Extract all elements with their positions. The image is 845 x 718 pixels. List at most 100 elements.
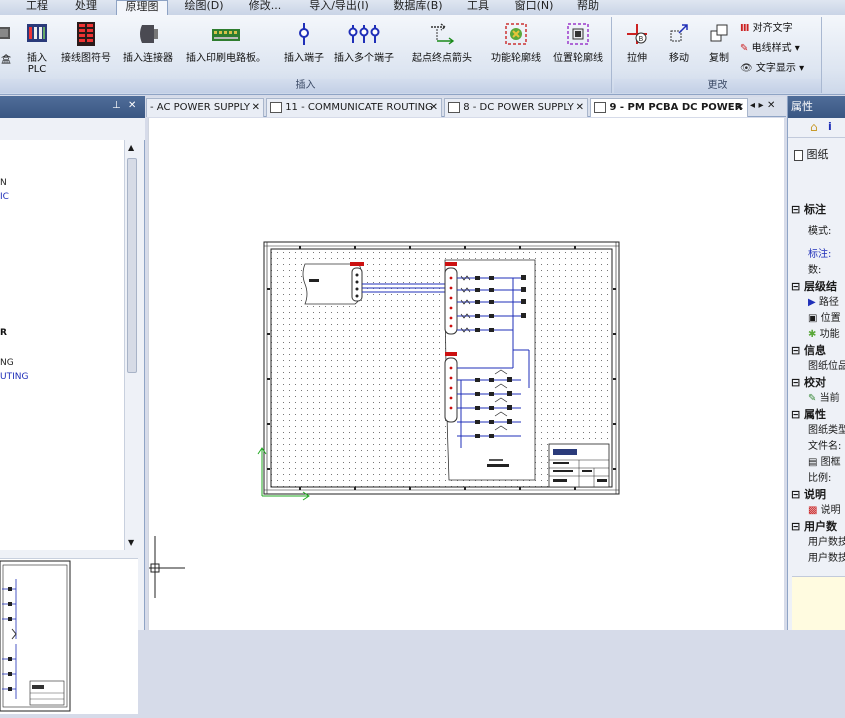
prop-section-revision[interactable]: ⊟ 校对 (791, 375, 826, 391)
prop-section-annotation[interactable]: ⊟ 标注 (791, 202, 826, 218)
prop-item: ▶ 路径 (808, 297, 839, 308)
prop-item: 图纸位品 (808, 361, 845, 372)
collapse-icon[interactable]: ⊟ (791, 203, 804, 216)
close-icon[interactable]: ✕ (252, 99, 260, 117)
copy-button[interactable]: 复制 (704, 21, 734, 64)
prop-item: 图纸类型 (808, 425, 845, 436)
prop-item: 模式: (808, 226, 832, 237)
frame-icon: ▤ (808, 457, 818, 468)
doc-tab[interactable]: - AC POWER SUPPLY ✕ (146, 98, 264, 117)
collapse-icon[interactable]: ⊟ (791, 344, 804, 357)
location-outline-button[interactable]: 位置轮廓线 (548, 21, 608, 64)
pin-icon[interactable]: ⊥ (112, 100, 121, 111)
menu-tab-window[interactable]: 窗口(N) (508, 0, 560, 15)
menu-tab-process[interactable]: 处理 (66, 0, 106, 15)
ribbon-group-label-insert: 插入 (0, 79, 611, 93)
prop-item: ▣ 位置 (808, 313, 841, 324)
sheet-preview[interactable] (0, 558, 138, 714)
pcb-outline (444, 259, 536, 481)
doc-tab-active[interactable]: 9 - PM PCBA DC POWER ✕ (590, 98, 748, 117)
menu-tab-database[interactable]: 数据库(B) (386, 0, 450, 15)
prop-section-info[interactable]: ⊟ 信息 (791, 343, 826, 359)
collapse-icon[interactable]: ⊟ (791, 376, 804, 389)
menu-tab-schematic[interactable]: 原理图 (116, 0, 168, 15)
function-outline-button[interactable]: 功能轮廓线 (484, 21, 548, 64)
tree-item[interactable]: N (0, 178, 7, 188)
collapse-icon[interactable]: ⊟ (791, 488, 804, 501)
prop-section-description[interactable]: ⊟ 说明 (791, 487, 826, 503)
prop-section-properties[interactable]: ⊟ 属性 (791, 407, 826, 423)
menu-tab-tools[interactable]: 工具 (458, 0, 498, 15)
sheet-icon (594, 101, 606, 113)
menu-tab-help[interactable]: 帮助 (568, 0, 608, 15)
close-icon[interactable]: ✕ (736, 99, 744, 117)
menu-tab-draw[interactable]: 绘图(D) (178, 0, 230, 15)
collapse-icon[interactable]: ⊟ (791, 520, 804, 533)
text-display-button[interactable]: 👁 文字显示 ▾ (740, 61, 804, 77)
prop-section-user-data[interactable]: ⊟ 用户数 (791, 519, 837, 535)
prop-item: ▩ 说明 (808, 505, 841, 516)
insert-terminal-button[interactable]: 插入端子 (280, 21, 328, 64)
prop-section-hierarchy[interactable]: ⊟ 层级结 (791, 279, 837, 295)
info-icon[interactable]: i (828, 120, 832, 133)
insert-box-button[interactable]: 盒 (0, 21, 16, 66)
connector-icon (140, 25, 158, 43)
drawing-tab[interactable]: 图纸 (794, 146, 829, 162)
tree-scrollbar[interactable]: ▲ ▼ (124, 140, 138, 550)
tree-item[interactable]: R (0, 328, 7, 338)
scroll-down-icon[interactable]: ▼ (128, 538, 134, 547)
tree-item[interactable]: IC (0, 192, 9, 202)
insert-multi-terminal-button[interactable]: 插入多个端子 (330, 21, 398, 64)
ribbon-group-insert: 盒 插入 PLC 接线图符号 插入连接器 插入印刷电路板。 插入端子 插入多个端… (0, 17, 612, 93)
dropdown-arrow-icon: ▾ (795, 63, 805, 74)
doc-tab[interactable]: 8 - DC POWER SUPPLY ✕ (444, 98, 588, 117)
box-icon (0, 27, 10, 39)
insert-plc-button[interactable]: 插入 PLC (24, 21, 50, 75)
align-text-button[interactable]: Ⅲ 对齐文字 (740, 21, 793, 37)
tab-navigation[interactable]: ◂ ▸ ✕ (750, 100, 775, 111)
close-icon[interactable]: ✕ (576, 99, 584, 117)
ribbon: 盒 插入 PLC 接线图符号 插入连接器 插入印刷电路板。 插入端子 插入多个端… (0, 15, 845, 95)
drawing-canvas[interactable] (148, 118, 784, 630)
close-icon[interactable]: ✕ (430, 99, 438, 117)
close-icon[interactable]: ✕ (128, 100, 136, 111)
connector-outline-left (302, 262, 364, 305)
collapse-icon[interactable]: ⊟ (791, 280, 804, 293)
stretch-button[interactable]: B 拉伸 (622, 21, 652, 64)
start-end-arrow-button[interactable]: 起点终点箭头 (406, 21, 478, 64)
menu-bar: 工程 处理 原理图 绘图(D) 修改... 导入/导出(I) 数据库(B) 工具… (0, 0, 845, 15)
menu-tab-modify[interactable]: 修改... (240, 0, 290, 15)
prop-item: 用户数技 (808, 553, 845, 564)
text-display-icon: 👁 (740, 63, 753, 74)
function-outline-icon (505, 23, 527, 45)
move-button[interactable]: 移动 (664, 21, 694, 64)
properties-header: 属性 (788, 96, 845, 118)
properties-tabs: ⌂ i (788, 118, 845, 138)
wire-style-button[interactable]: ✎ 电线样式 ▾ (740, 41, 800, 57)
scroll-up-icon[interactable]: ▲ (128, 143, 134, 152)
schematic-drawing[interactable] (149, 118, 785, 630)
properties-panel: 属性 ⌂ i 图纸 ⊟ 标注 模式: 标注: 数: ⊟ 层级结 ▶ 路径 ▣ 位… (787, 96, 845, 630)
start-end-arrow-icon (431, 23, 455, 45)
flag-icon: ▩ (808, 505, 818, 516)
doc-tab[interactable]: 11 - COMMUNICATE ROUTING ✕ (266, 98, 442, 117)
prop-item: ✱ 功能 (808, 329, 840, 340)
project-tree: N IC R NG UTING (0, 140, 124, 550)
tree-item[interactable]: UTING (0, 372, 28, 382)
pcb-icon (212, 29, 240, 41)
menu-tab-import-export[interactable]: 导入/导出(I) (300, 0, 378, 15)
wiring-symbol-icon (77, 22, 95, 46)
insert-connector-button[interactable]: 插入连接器 (118, 21, 178, 64)
home-icon[interactable]: ⌂ (810, 120, 818, 134)
svg-text:B: B (639, 35, 644, 43)
tree-item[interactable]: NG (0, 358, 14, 368)
prop-item: 文件名: (808, 441, 842, 452)
ribbon-group-modify: B 拉伸 移动 复制 Ⅲ 对齐文字 ✎ 电线样式 ▾ 👁 文字显示 ▾ 更改 (614, 17, 822, 93)
scrollbar-thumb[interactable] (127, 158, 137, 373)
wiring-symbol-button[interactable]: 接线图符号 (56, 21, 116, 64)
menu-tab-project[interactable]: 工程 (18, 0, 56, 15)
left-panel-header: ⊥ ✕ (0, 96, 145, 118)
prop-item: 数: (808, 265, 822, 276)
collapse-icon[interactable]: ⊟ (791, 408, 804, 421)
insert-pcb-button[interactable]: 插入印刷电路板。 (180, 21, 272, 64)
